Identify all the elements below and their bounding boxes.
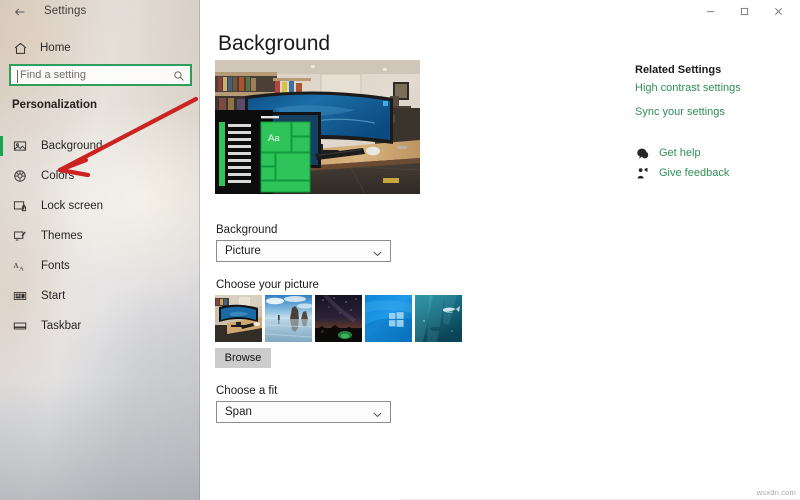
sidebar-item-lock-screen[interactable]: Lock screen xyxy=(0,191,200,221)
background-field-label: Background xyxy=(216,224,278,236)
page-title: Background xyxy=(218,32,331,55)
related-settings-title: Related Settings xyxy=(635,64,722,76)
give-feedback-row[interactable]: Give feedback xyxy=(635,166,729,180)
main-content: Background Aa Background Picture Choose … xyxy=(200,0,800,500)
color-palette-icon xyxy=(12,168,28,184)
browse-button-label: Browse xyxy=(224,352,262,364)
search-input[interactable]: Find a setting xyxy=(9,64,192,86)
selection-indicator xyxy=(0,316,3,336)
choose-picture-label: Choose your picture xyxy=(216,279,319,291)
thumb-underwater-teal[interactable] xyxy=(415,295,462,342)
browse-button[interactable]: Browse xyxy=(215,348,271,368)
maximize-icon xyxy=(740,7,748,15)
sidebar-item-background-label: Background xyxy=(41,140,103,152)
background-type-dropdown[interactable]: Picture xyxy=(216,240,391,262)
search-field-wrapper[interactable]: Find a setting xyxy=(9,64,192,86)
back-button[interactable] xyxy=(10,4,30,24)
chevron-down-icon xyxy=(372,407,383,418)
thumb-windows-hero-blue[interactable] xyxy=(365,295,412,342)
sidebar-item-themes[interactable]: Themes xyxy=(0,221,200,251)
help-question-bubble-icon: ? xyxy=(635,146,649,160)
give-feedback-label: Give feedback xyxy=(659,167,730,179)
preview-tile-text: Aa xyxy=(268,133,280,144)
link-sync-your-settings[interactable]: Sync your settings xyxy=(635,106,725,118)
thumb-night-sky[interactable] xyxy=(315,295,362,342)
selection-indicator xyxy=(0,286,3,306)
svg-text:A: A xyxy=(19,265,24,272)
taskbar-icon xyxy=(12,318,28,334)
search-icon[interactable] xyxy=(172,69,186,83)
choose-fit-label: Choose a fit xyxy=(216,385,278,397)
close-icon xyxy=(774,7,782,15)
fit-value: Span xyxy=(225,406,252,418)
sidebar-item-home-label: Home xyxy=(40,42,71,54)
sidebar-item-themes-label: Themes xyxy=(41,230,83,242)
close-button[interactable] xyxy=(762,0,794,22)
selection-indicator xyxy=(0,196,3,216)
thumb-desk-setup[interactable] xyxy=(215,295,262,342)
get-help-label: Get help xyxy=(659,147,701,159)
sidebar-item-fonts-label: Fonts xyxy=(41,260,70,272)
selection-indicator xyxy=(0,226,3,246)
back-arrow-icon xyxy=(13,5,27,24)
sidebar-item-colors-label: Colors xyxy=(41,170,75,182)
sidebar-nav-list: Background Colors Lock screen Themes A A… xyxy=(0,131,200,341)
selection-indicator xyxy=(0,136,3,156)
selection-indicator xyxy=(0,256,3,276)
minimize-button[interactable] xyxy=(694,0,726,22)
home-icon xyxy=(12,40,28,56)
preview-illustration: Aa xyxy=(215,60,420,194)
sidebar-item-home[interactable]: Home xyxy=(0,36,200,60)
window-title: Settings xyxy=(44,5,87,17)
fit-dropdown[interactable]: Span xyxy=(216,401,391,423)
give-feedback-person-icon xyxy=(635,166,649,180)
themes-brush-icon xyxy=(12,228,28,244)
sidebar-item-start-label: Start xyxy=(41,290,66,302)
sidebar-item-taskbar[interactable]: Taskbar xyxy=(0,311,200,341)
maximize-button[interactable] xyxy=(728,0,760,22)
start-tiles-icon xyxy=(12,288,28,304)
sidebar-item-start[interactable]: Start xyxy=(0,281,200,311)
sidebar-item-lock-screen-label: Lock screen xyxy=(41,200,104,212)
desktop-preview: Aa xyxy=(215,60,420,194)
sidebar-section-title: Personalization xyxy=(12,99,97,111)
selection-indicator xyxy=(0,166,3,186)
search-placeholder: Find a setting xyxy=(20,69,87,81)
sidebar-item-taskbar-label: Taskbar xyxy=(41,320,82,332)
link-high-contrast-settings[interactable]: High contrast settings xyxy=(635,82,741,94)
sidebar-item-background[interactable]: Background xyxy=(0,131,200,161)
chevron-down-icon xyxy=(372,246,383,257)
thumb-beach-sea-stacks[interactable] xyxy=(265,295,312,342)
settings-window: Home Find a setting Personalization Back… xyxy=(0,0,800,500)
minimize-icon xyxy=(706,10,714,12)
sidebar-item-colors[interactable]: Colors xyxy=(0,161,200,191)
fonts-aa-icon: A A xyxy=(12,258,28,274)
related-settings-rail: Related Settings High contrast settings … xyxy=(635,0,800,500)
picture-thumbnail-row xyxy=(215,295,462,342)
background-type-value: Picture xyxy=(225,245,261,257)
get-help-row[interactable]: ? Get help xyxy=(635,146,701,160)
sidebar-item-fonts[interactable]: A A Fonts xyxy=(0,251,200,281)
search-caret xyxy=(17,70,18,83)
title-bar: Settings xyxy=(0,0,800,26)
picture-icon xyxy=(12,138,28,154)
sidebar-bottom-fade xyxy=(0,380,200,500)
lock-screen-icon xyxy=(12,198,28,214)
watermark: wsxdn.com xyxy=(756,488,796,497)
